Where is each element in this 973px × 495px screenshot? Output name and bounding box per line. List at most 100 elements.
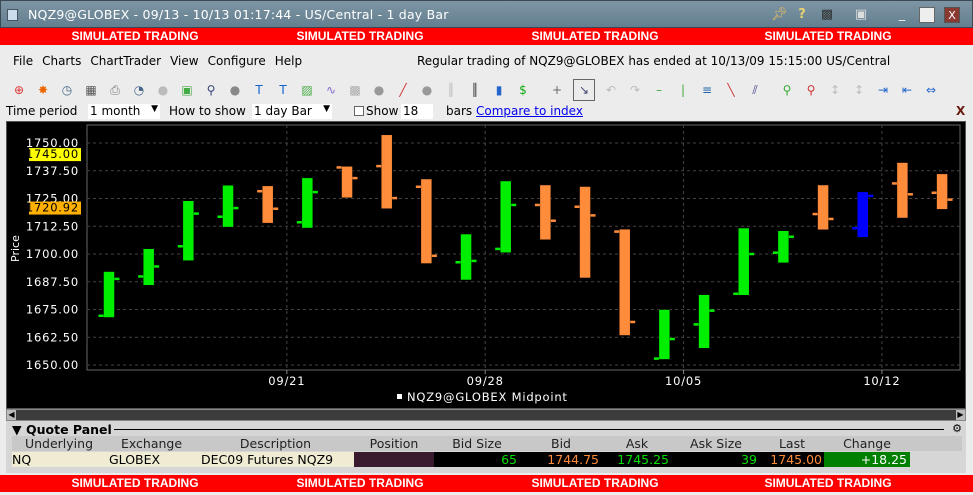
dollar-icon[interactable]: $ <box>515 82 531 98</box>
banner-text: SIMULATED TRADING <box>764 29 892 43</box>
channel-icon[interactable]: ⫽ <box>747 82 763 98</box>
print-icon[interactable]: ⎙ <box>107 82 123 98</box>
redo-icon[interactable]: ↷ <box>627 82 643 98</box>
chart-add-icon[interactable]: ▨ <box>299 82 315 98</box>
simulated-trading-banner-bottom: SIMULATED TRADING SIMULATED TRADING SIMU… <box>0 475 973 492</box>
time-period-select[interactable]: 1 month ▼ <box>88 104 160 119</box>
bars-icon[interactable]: ║ <box>467 82 483 98</box>
grid-gray-icon[interactable]: ▩ <box>347 82 363 98</box>
open-tick <box>931 191 937 195</box>
close-chart-icon[interactable]: X <box>956 104 965 118</box>
col-bid[interactable]: Bid <box>520 436 602 451</box>
text-T-remove-icon[interactable]: T <box>275 82 291 98</box>
price-chart[interactable]: 1650.00 1662.50 1675.00 1687.50 1700.00 1712.… <box>6 121 966 409</box>
quote-panel-title-text: Quote Panel <box>25 422 112 437</box>
bars-gray-icon[interactable]: ║ <box>443 82 459 98</box>
close-tick <box>788 235 794 238</box>
close-tick <box>511 203 517 207</box>
col-position[interactable]: Position <box>354 436 434 451</box>
zoom-out-icon[interactable]: ⚲ <box>803 82 819 98</box>
menu-charttrader[interactable]: ChartTrader <box>90 54 161 68</box>
restore-small-icon[interactable]: ▣ <box>853 7 869 23</box>
col-last[interactable]: Last <box>760 436 824 451</box>
bars-count-input[interactable]: 18 <box>401 104 433 119</box>
col-underlying[interactable]: Underlying <box>12 436 106 451</box>
col-ask[interactable]: Ask <box>602 436 672 451</box>
circle-gray2-icon[interactable]: ● <box>419 82 435 98</box>
ohlc-bar <box>777 230 790 264</box>
layout-icon[interactable]: ▣ <box>179 82 195 98</box>
flame-icon[interactable]: ✸ <box>35 82 51 98</box>
banner-text: SIMULATED TRADING <box>296 476 424 490</box>
open-tick <box>296 221 302 224</box>
minimize-icon[interactable]: _ <box>894 7 910 23</box>
align-right-icon[interactable]: ⇤ <box>899 82 915 98</box>
close-tick <box>749 252 755 256</box>
menu-charts[interactable]: Charts <box>42 54 81 68</box>
circle-gray-icon[interactable]: ● <box>371 82 387 98</box>
stop-icon[interactable]: ● <box>227 82 243 98</box>
printer-icon[interactable]: ▩ <box>819 7 835 23</box>
clock-icon[interactable]: ◷ <box>59 82 75 98</box>
help-icon[interactable]: ? <box>794 7 810 23</box>
col-change[interactable]: Change <box>824 436 910 451</box>
collapse-icon[interactable]: ▼ <box>12 422 22 437</box>
menu-file[interactable]: File <box>13 54 33 68</box>
hline-icon[interactable]: – <box>651 82 667 98</box>
text-T-icon[interactable]: T <box>251 82 267 98</box>
col-bid-size[interactable]: Bid Size <box>434 436 520 451</box>
plot-frame <box>86 124 961 371</box>
grid-icon[interactable]: ▦ <box>83 82 99 98</box>
quote-panel: ▼ Quote Panel ⚙ Underlying Exchange Desc… <box>6 421 966 473</box>
banner-text: SIMULATED TRADING <box>764 476 892 490</box>
col-description[interactable]: Description <box>197 436 354 451</box>
ohlc-bar <box>618 228 631 336</box>
close-tick <box>114 277 120 281</box>
price-marker-label: 1720.92 <box>26 201 79 215</box>
open-tick <box>693 323 699 326</box>
disabled-circle-icon[interactable]: ● <box>155 82 171 98</box>
chevron-down-icon: ▼ <box>323 104 330 114</box>
align-left-icon[interactable]: ⇥ <box>875 82 891 98</box>
cursor-select-icon[interactable]: ↘ <box>573 79 595 101</box>
fit-icon[interactable]: ⇔ <box>923 82 939 98</box>
menu-help[interactable]: Help <box>275 54 302 68</box>
banner-text: SIMULATED TRADING <box>531 29 659 43</box>
vline-icon[interactable]: | <box>675 82 691 98</box>
menu-configure[interactable]: Configure <box>208 54 266 68</box>
scroll-up-icon[interactable]: ↕ <box>827 82 843 98</box>
col-exchange[interactable]: Exchange <box>106 436 197 451</box>
ohlc-bar <box>896 162 909 219</box>
crosshair-target-icon[interactable]: ⊕ <box>11 82 27 98</box>
open-tick <box>177 245 183 248</box>
open-tick <box>812 212 818 216</box>
bars-label: bars <box>446 104 473 118</box>
pencil-icon[interactable]: ╱ <box>395 82 411 98</box>
settings-icon[interactable]: ⚙ <box>952 422 962 435</box>
col-ask-size[interactable]: Ask Size <box>672 436 760 451</box>
compare-to-index-link[interactable]: Compare to index <box>476 104 583 118</box>
simulated-trading-banner-top: SIMULATED TRADING SIMULATED TRADING SIMU… <box>0 28 973 45</box>
menu-view[interactable]: View <box>170 54 198 68</box>
quote-row[interactable]: NQ GLOBEX DEC09 Futures NQZ9 65 1744.75 … <box>12 452 962 467</box>
crosshair-icon[interactable]: + <box>549 82 565 98</box>
wave-icon[interactable]: ∿ <box>323 82 339 98</box>
scroll-right-icon[interactable]: ▶ <box>956 410 965 420</box>
zoom-magnifier-icon[interactable]: ⚲ <box>203 82 219 98</box>
fib-icon[interactable]: ≡ <box>699 82 715 98</box>
close-tick <box>233 206 239 210</box>
gauge-icon[interactable]: ◔ <box>131 82 147 98</box>
maximize-icon[interactable] <box>919 7 935 23</box>
show-checkbox[interactable] <box>354 106 364 116</box>
trendline-icon[interactable]: ╲ <box>723 82 739 98</box>
close-icon[interactable]: X <box>944 7 960 23</box>
volume-bars-icon[interactable]: ▮ <box>491 82 507 98</box>
scroll-down-icon[interactable]: ↕ <box>851 82 867 98</box>
scroll-left-icon[interactable]: ◀ <box>7 410 16 420</box>
ohlc-bar <box>698 294 710 349</box>
chart-scrollbar[interactable]: ◀ ▶ <box>6 409 966 421</box>
pin-icon[interactable]: 📌︎ <box>771 7 788 23</box>
zoom-in-icon[interactable]: ⚲ <box>779 82 795 98</box>
undo-icon[interactable]: ↶ <box>603 82 619 98</box>
how-to-show-select[interactable]: 1 day Bar ▼ <box>252 104 332 119</box>
